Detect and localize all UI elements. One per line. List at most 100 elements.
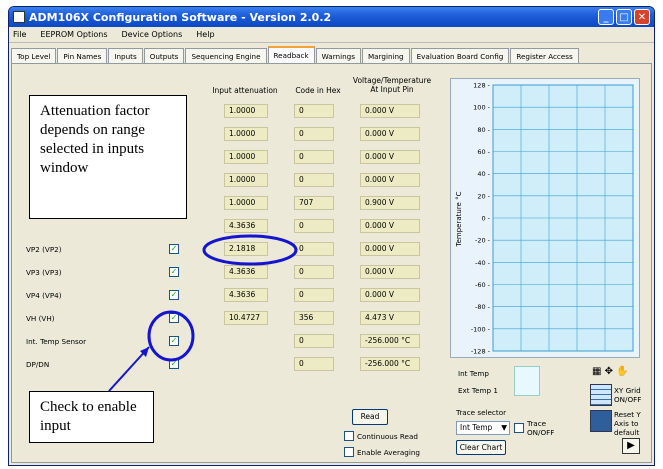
hex-code-value: 0 bbox=[294, 104, 334, 118]
header-voltage: Voltage/Temperature At Input Pin bbox=[352, 76, 432, 94]
hex-code-value: 707 bbox=[294, 196, 334, 210]
enable-averaging-label: Enable Averaging bbox=[357, 448, 420, 457]
menu-device-options[interactable]: Device Options bbox=[122, 30, 183, 39]
y-tick-label: 60 - bbox=[477, 148, 490, 156]
xy-grid-icon[interactable] bbox=[590, 384, 612, 406]
tab-sequencing-engine[interactable]: Sequencing Engine bbox=[185, 48, 267, 63]
y-tick-label: -20 - bbox=[475, 237, 491, 245]
continuous-read-label: Continuous Read bbox=[357, 432, 418, 441]
title-bar: ADM106X Configuration Software - Version… bbox=[9, 7, 654, 27]
reset-y-axis-label: Reset Y Axis to default bbox=[614, 410, 641, 437]
play-button[interactable]: ▶ bbox=[622, 438, 640, 454]
tab-pin-names[interactable]: Pin Names bbox=[57, 48, 108, 63]
close-button[interactable]: ✕ bbox=[634, 9, 650, 25]
y-tick-label: 40 - bbox=[477, 170, 490, 178]
attenuation-value: 2.1818 bbox=[224, 242, 268, 256]
attenuation-value: 1.0000 bbox=[224, 127, 268, 141]
window-title: ADM106X Configuration Software - Version… bbox=[29, 10, 332, 24]
row-label: DP/DN bbox=[26, 360, 50, 369]
continuous-read-checkbox[interactable] bbox=[344, 431, 354, 441]
hex-code-value: 0 bbox=[294, 357, 334, 371]
attenuation-value: 4.3636 bbox=[224, 219, 268, 233]
trace-onoff-checkbox[interactable] bbox=[514, 423, 524, 433]
attenuation-callout: Attenuation factor depends on range sele… bbox=[29, 95, 187, 219]
temperature-chart: 128 - 100 - 80 - 60 - 40 - 20 - 0 - -20 - -40 - -… bbox=[450, 78, 640, 358]
enable-callout: Check to enable input bbox=[29, 391, 154, 443]
trace-selector-label: Trace selector bbox=[456, 408, 507, 417]
tab-inputs[interactable]: Inputs bbox=[108, 48, 143, 63]
attenuation-value: 10.4727 bbox=[224, 311, 268, 325]
tab-evaluation-board-config[interactable]: Evaluation Board Config bbox=[410, 48, 510, 63]
legend-int-temp: Int Temp bbox=[458, 369, 489, 378]
hex-code-value: 0 bbox=[294, 219, 334, 233]
enable-checkbox[interactable]: ✓ bbox=[169, 336, 179, 346]
y-tick-label: -60 - bbox=[475, 281, 491, 289]
app-window: ADM106X Configuration Software - Version… bbox=[8, 6, 655, 466]
y-tick-label: -128 - bbox=[471, 348, 491, 356]
enable-averaging-checkbox[interactable] bbox=[344, 447, 354, 457]
row-label: Int. Temp Sensor bbox=[26, 337, 87, 346]
tab-margining[interactable]: Margining bbox=[361, 48, 410, 63]
attenuation-value: 4.3636 bbox=[224, 265, 268, 279]
y-tick-label: 0 - bbox=[481, 215, 490, 223]
app-icon bbox=[13, 11, 25, 23]
trace-selector-dropdown[interactable]: Int Temp ▼ bbox=[456, 421, 510, 435]
hex-code-value: 0 bbox=[294, 150, 334, 164]
read-button[interactable]: Read bbox=[352, 409, 388, 425]
attenuation-value: 1.0000 bbox=[224, 173, 268, 187]
hex-code-value: 0 bbox=[294, 242, 334, 256]
menu-bar: File EEPROM Options Device Options Help bbox=[9, 27, 654, 43]
y-tick-label: -80 - bbox=[475, 303, 491, 311]
row-label: VP3 (VP3) bbox=[26, 268, 62, 277]
y-tick-label: 100 - bbox=[473, 104, 490, 112]
tab-warnings[interactable]: Warnings bbox=[315, 48, 361, 63]
y-tick-label: -40 - bbox=[475, 259, 491, 267]
enable-checkbox[interactable]: ✓ bbox=[169, 267, 179, 277]
attenuation-value: 1.0000 bbox=[224, 150, 268, 164]
enable-checkbox[interactable]: ✓ bbox=[169, 313, 179, 323]
tab-outputs[interactable]: Outputs bbox=[143, 48, 185, 63]
trace-onoff-label: Trace ON/OFF bbox=[527, 419, 555, 437]
header-attenuation: Input attenuation bbox=[212, 86, 278, 95]
y-tick-label: -100 - bbox=[471, 325, 491, 333]
menu-help[interactable]: Help bbox=[196, 30, 214, 39]
y-tick-label: 20 - bbox=[477, 192, 490, 200]
voltage-value: 4.473 V bbox=[360, 311, 420, 325]
enable-checkbox[interactable]: ✓ bbox=[169, 290, 179, 300]
menu-file[interactable]: File bbox=[13, 30, 26, 39]
voltage-value: 0.000 V bbox=[360, 104, 420, 118]
chart-svg: 128 - 100 - 80 - 60 - 40 - 20 - 0 - -20 - -40 - -… bbox=[455, 82, 634, 356]
maximize-button[interactable]: □ bbox=[616, 9, 632, 25]
hex-code-value: 0 bbox=[294, 173, 334, 187]
hex-code-value: 0 bbox=[294, 265, 334, 279]
voltage-value: 0.000 V bbox=[360, 127, 420, 141]
menu-eeprom-options[interactable]: EEPROM Options bbox=[40, 30, 107, 39]
hex-code-value: 356 bbox=[294, 311, 334, 325]
attenuation-value: 1.0000 bbox=[224, 104, 268, 118]
minimize-button[interactable]: _ bbox=[598, 9, 614, 25]
voltage-value: 0.000 V bbox=[360, 242, 420, 256]
xy-grid-label: XY Grid ON/OFF bbox=[614, 386, 642, 404]
hex-code-value: 0 bbox=[294, 334, 334, 348]
reset-y-axis-icon[interactable] bbox=[590, 410, 612, 432]
tab-bar: Top Level Pin Names Inputs Outputs Seque… bbox=[9, 45, 654, 63]
hex-code-value: 0 bbox=[294, 288, 334, 302]
tab-readback[interactable]: Readback bbox=[267, 46, 315, 63]
voltage-value: 0.000 V bbox=[360, 150, 420, 164]
legend-swatch bbox=[514, 366, 540, 396]
voltage-value: 0.900 V bbox=[360, 196, 420, 210]
clear-chart-button[interactable]: Clear Chart bbox=[456, 440, 506, 455]
enable-checkbox[interactable]: ✓ bbox=[169, 359, 179, 369]
row-label: VH (VH) bbox=[26, 314, 55, 323]
attenuation-value: 4.3636 bbox=[224, 288, 268, 302]
voltage-value: 0.000 V bbox=[360, 173, 420, 187]
legend-ext-temp-1: Ext Temp 1 bbox=[458, 386, 498, 395]
chart-tools-icons[interactable]: ▦ ✥ ✋ bbox=[592, 366, 629, 377]
y-axis-label: Temperature °C bbox=[455, 191, 463, 247]
enable-checkbox[interactable]: ✓ bbox=[169, 244, 179, 254]
tab-top-level[interactable]: Top Level bbox=[11, 48, 57, 63]
y-tick-label: 128 - bbox=[473, 82, 490, 90]
row-label: VP2 (VP2) bbox=[26, 245, 62, 254]
tab-register-access[interactable]: Register Access bbox=[510, 48, 579, 63]
header-hex: Code in Hex bbox=[295, 86, 341, 95]
